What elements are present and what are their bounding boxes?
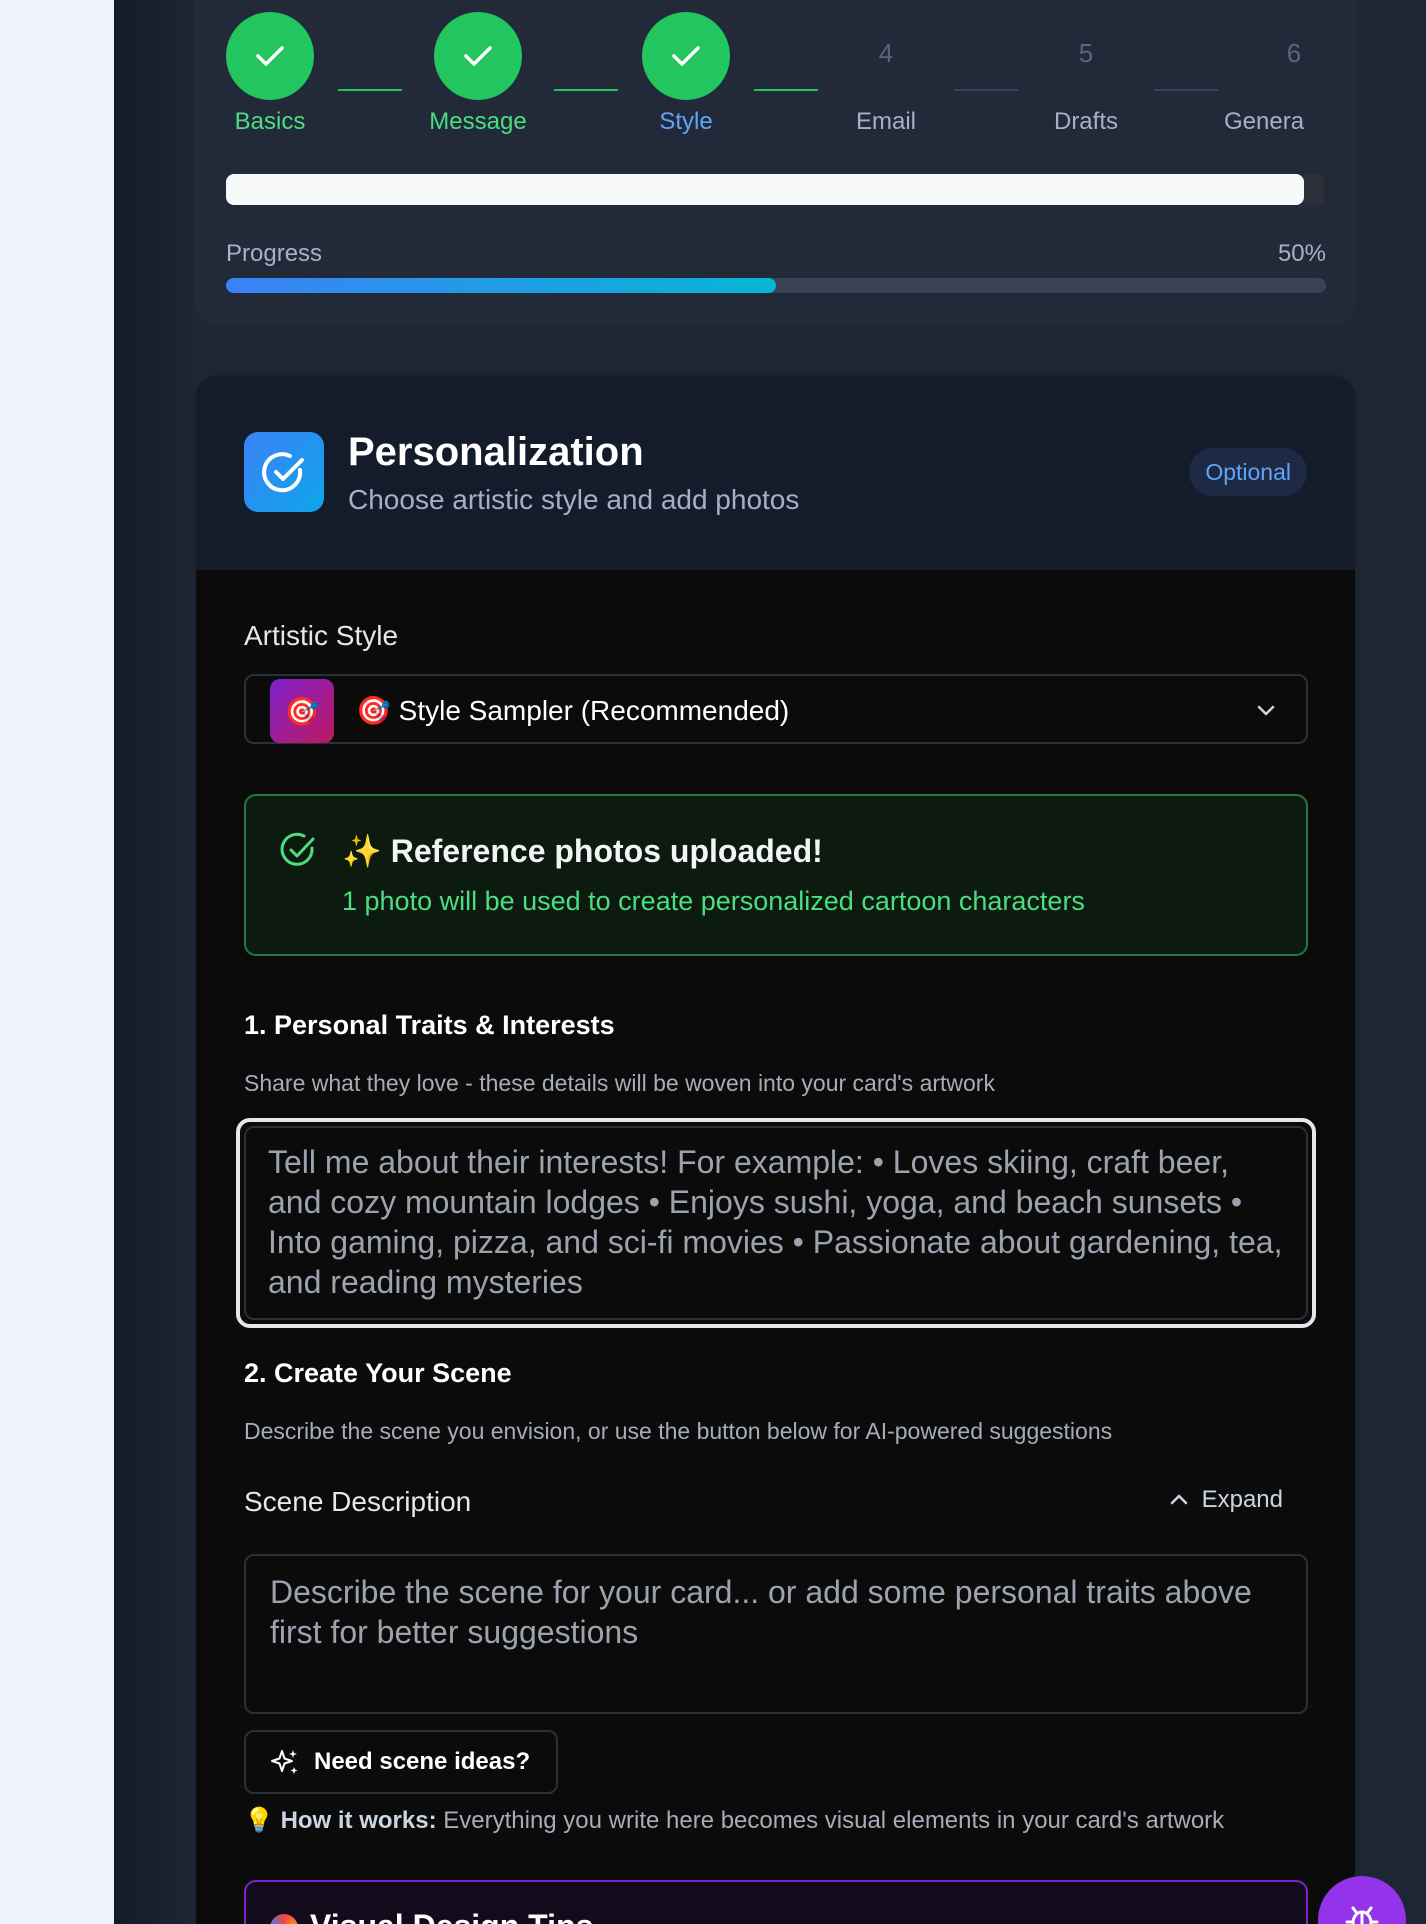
- upload-success-message: 1 photo will be used to create personali…: [342, 886, 1085, 916]
- step-3-circle[interactable]: [642, 12, 730, 100]
- bug-icon: [1345, 1906, 1379, 1924]
- check-icon: [464, 46, 492, 66]
- chevron-up-icon: [1170, 1494, 1187, 1505]
- chevron-down-icon: [1257, 705, 1275, 716]
- scene-description-label: Scene Description: [244, 1486, 472, 1517]
- palette-icon: [270, 1914, 298, 1924]
- personalization-card: Personalization Choose artistic style an…: [194, 374, 1357, 1924]
- step-1-label: Basics: [234, 108, 306, 135]
- scene-heading: 2. Create Your Scene: [244, 1358, 512, 1388]
- step-4-label: Email: [855, 108, 916, 135]
- how-it-works-label: How it works:: [280, 1807, 437, 1834]
- progress-value: 50%: [1277, 240, 1326, 267]
- step-1-circle[interactable]: [226, 12, 314, 100]
- sparkles-icon: [271, 1750, 298, 1774]
- design-tips-panel[interactable]: Visual Design Tips: [244, 1880, 1308, 1924]
- step-connector: [754, 89, 818, 91]
- optional-badge: Optional: [1189, 448, 1307, 496]
- step-2-label: Message: [429, 108, 527, 135]
- step-connector: [954, 89, 1018, 91]
- design-tips-title: Visual Design Tips: [310, 1908, 593, 1924]
- step-track-bar: [226, 174, 1304, 205]
- traits-heading: 1. Personal Traits & Interests: [244, 1010, 615, 1040]
- step-3-label: Style: [659, 108, 713, 135]
- step-5-number[interactable]: 5: [1042, 38, 1130, 69]
- check-circle-icon: [244, 432, 324, 512]
- progress-label: Progress: [226, 240, 323, 267]
- traits-helper: Share what they love - these details wil…: [244, 1070, 995, 1096]
- step-6-number[interactable]: 6: [1250, 38, 1338, 69]
- step-4-number[interactable]: 4: [842, 38, 930, 69]
- step-connector: [1154, 89, 1218, 91]
- selected-style: 🎯 Style Sampler (Recommended): [356, 695, 790, 726]
- card-header: Personalization Choose artistic style an…: [196, 376, 1355, 570]
- check-icon: [256, 46, 284, 66]
- scene-ideas-label: Need scene ideas?: [314, 1748, 531, 1775]
- how-it-works-text: Everything you write here becomes visual…: [436, 1807, 1225, 1834]
- artistic-style-label: Artistic Style: [244, 620, 399, 651]
- scene-description-textarea[interactable]: Describe the scene for your card... or a…: [244, 1554, 1308, 1714]
- upload-success-title: ✨ Reference photos uploaded!: [342, 833, 823, 869]
- progress-bar: [226, 278, 1326, 293]
- card-subtitle: Choose artistic style and add photos: [348, 484, 800, 515]
- expand-button[interactable]: Expand: [1168, 1486, 1283, 1514]
- how-it-works-note: 💡 How it works: Everything you write her…: [244, 1806, 1224, 1835]
- artistic-style-select[interactable]: 🎯 🎯 Style Sampler (Recommended): [244, 674, 1308, 744]
- target-icon: 🎯: [270, 679, 334, 743]
- scene-ideas-button[interactable]: Need scene ideas?: [244, 1730, 558, 1794]
- expand-label: Expand: [1201, 1486, 1283, 1513]
- card-title: Personalization: [348, 430, 644, 474]
- lightbulb-icon: 💡: [244, 1807, 274, 1834]
- page-gutter: [0, 0, 114, 1924]
- step-6-label: Genera: [1224, 108, 1305, 135]
- step-connector: [338, 89, 402, 91]
- check-icon: [672, 46, 700, 66]
- scene-helper: Describe the scene you envision, or use …: [244, 1418, 1113, 1444]
- step-2-circle[interactable]: [434, 12, 522, 100]
- traits-textarea-focus-ring: Tell me about their interests! For examp…: [236, 1118, 1316, 1328]
- check-circle-icon: [280, 832, 315, 866]
- step-track-bar-end: [1304, 174, 1324, 205]
- step-5-label: Drafts: [1053, 108, 1118, 135]
- step-connector: [554, 89, 618, 91]
- upload-success-notice: ✨ Reference photos uploaded! 1 photo wil…: [244, 794, 1308, 956]
- progress-bar-fill: [226, 278, 776, 293]
- traits-textarea[interactable]: Tell me about their interests! For examp…: [244, 1126, 1308, 1320]
